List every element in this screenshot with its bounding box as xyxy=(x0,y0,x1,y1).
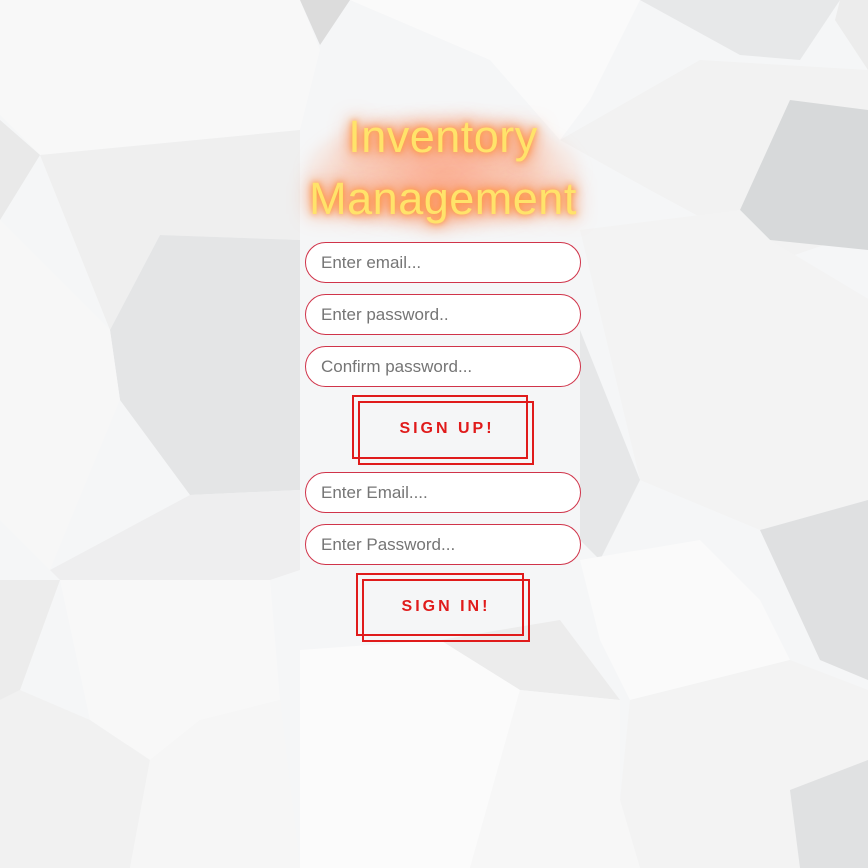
sign-up-button[interactable]: SIGN UP! xyxy=(352,395,536,465)
page-title: Inventory Management xyxy=(0,106,868,230)
title-line-2: Management xyxy=(309,173,577,224)
sign-up-label: SIGN UP! xyxy=(399,420,495,437)
signup-password-input[interactable] xyxy=(305,294,581,335)
signup-confirm-password-input[interactable] xyxy=(305,346,581,387)
title-line-1: Inventory xyxy=(348,111,538,162)
sign-in-label: SIGN IN! xyxy=(401,598,491,615)
signin-password-input[interactable] xyxy=(305,524,581,565)
sign-in-button[interactable]: SIGN IN! xyxy=(356,573,532,643)
signup-email-input[interactable] xyxy=(305,242,581,283)
signin-email-input[interactable] xyxy=(305,472,581,513)
